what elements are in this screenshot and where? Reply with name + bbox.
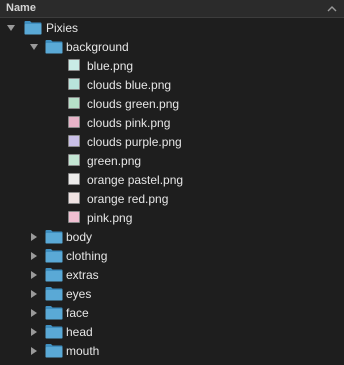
disclosure-triangle-collapsed-icon[interactable] [29,289,39,299]
folder-icon [24,21,42,35]
tree-row-file[interactable]: pink.png [0,209,344,228]
image-file-icon [68,97,80,109]
folder-label: head [66,325,93,339]
tree-row-file[interactable]: clouds green.png [0,95,344,114]
disclosure-triangle-collapsed-icon[interactable] [29,270,39,280]
folder-label: Pixies [46,21,79,35]
folder-label: face [66,306,89,320]
tree-row-extras[interactable]: extras [0,266,344,285]
disclosure-triangle-collapsed-icon[interactable] [29,346,39,356]
tree-row-file[interactable]: clouds pink.png [0,114,344,133]
tree-row-pixies[interactable]: Pixies [0,19,344,38]
folder-icon [45,287,63,301]
tree-row-background[interactable]: background [0,38,344,57]
image-file-icon [68,59,80,71]
folder-label: body [66,230,93,244]
folder-icon [45,306,63,320]
tree-row-eyes[interactable]: eyes [0,285,344,304]
image-file-icon [68,116,80,128]
tree-row-body[interactable]: body [0,228,344,247]
folder-icon [45,40,63,54]
file-label: blue.png [87,59,134,73]
folder-label: mouth [66,344,100,358]
image-file-icon [68,78,80,90]
chevron-up-icon[interactable] [326,3,338,15]
folder-icon [45,268,63,282]
name-column-label: Name [6,2,36,14]
disclosure-triangle-expanded-icon[interactable] [6,23,16,33]
file-label: orange pastel.png [87,173,184,187]
folder-label: extras [66,268,99,282]
file-label: orange red.png [87,192,169,206]
tree-row-file[interactable]: clouds blue.png [0,76,344,95]
tree-row-file[interactable]: clouds purple.png [0,133,344,152]
folder-label: clothing [66,249,108,263]
disclosure-triangle-collapsed-icon[interactable] [29,232,39,242]
folder-icon [45,344,63,358]
column-header[interactable]: Name [0,0,344,18]
folder-icon [45,325,63,339]
tree-row-file[interactable]: orange red.png [0,190,344,209]
tree-row-mouth[interactable]: mouth [0,342,344,361]
tree-row-clothing[interactable]: clothing [0,247,344,266]
disclosure-triangle-expanded-icon[interactable] [29,42,39,52]
image-file-icon [68,135,80,147]
tree-row-head[interactable]: head [0,323,344,342]
tree-row-file[interactable]: green.png [0,152,344,171]
disclosure-triangle-collapsed-icon[interactable] [29,327,39,337]
file-label: pink.png [87,211,133,225]
image-file-icon [68,192,80,204]
folder-icon [45,230,63,244]
file-label: clouds purple.png [87,135,182,149]
disclosure-triangle-collapsed-icon[interactable] [29,308,39,318]
tree-row-file[interactable]: blue.png [0,57,344,76]
file-label: clouds pink.png [87,116,171,130]
file-label: clouds green.png [87,97,180,111]
disclosure-triangle-collapsed-icon[interactable] [29,251,39,261]
image-file-icon [68,211,80,223]
tree-row-face[interactable]: face [0,304,344,323]
tree-row-file[interactable]: orange pastel.png [0,171,344,190]
folder-label: eyes [66,287,92,301]
folder-icon [45,249,63,263]
folder-label: background [66,40,129,54]
file-label: green.png [87,154,142,168]
image-file-icon [68,154,80,166]
file-label: clouds blue.png [87,78,172,92]
image-file-icon [68,173,80,185]
